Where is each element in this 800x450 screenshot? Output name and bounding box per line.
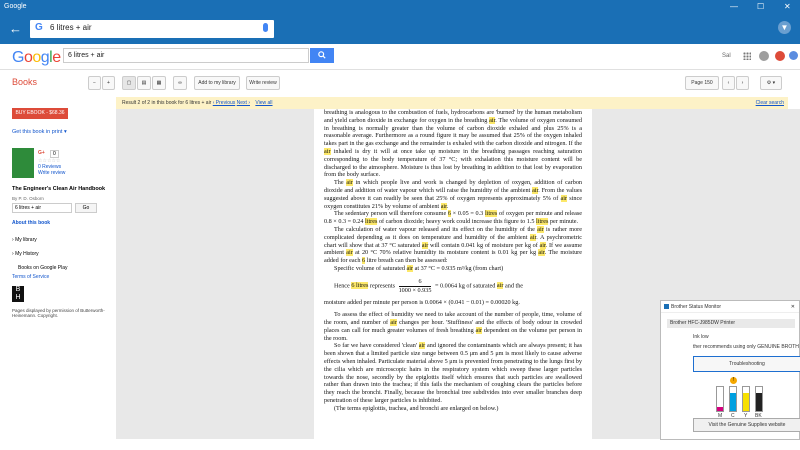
view-all-link[interactable]: View all: [255, 100, 272, 106]
terms-link[interactable]: Terms of Service: [12, 274, 49, 280]
books-label[interactable]: Books: [12, 77, 37, 87]
next-page-icon[interactable]: ›: [736, 76, 749, 90]
genuine-message: ther recommends using only GENUINE BROTH…: [693, 344, 799, 350]
book-search-input[interactable]: 6 litres + air: [12, 203, 72, 213]
search-icon: [318, 51, 326, 59]
ink-cartridge-c: [729, 386, 737, 412]
back-arrow-icon[interactable]: ←: [9, 22, 22, 35]
book-author: By P. D. Osborn: [12, 196, 44, 201]
previous-page-icon[interactable]: ‹: [722, 76, 735, 90]
book-cover[interactable]: [12, 148, 34, 178]
google-header: Google 6 litres + air Sal: [0, 44, 800, 70]
paragraph: Specific volume of saturated air at 37 °…: [334, 264, 504, 272]
address-box[interactable]: G 6 litres + air: [30, 20, 274, 38]
thumbnail-view-icon[interactable]: ▦: [152, 76, 166, 90]
settings-gear-icon[interactable]: ⚙ ▾: [760, 76, 782, 90]
ink-status-text: Ink low: [693, 334, 709, 340]
visit-supplies-button[interactable]: Visit the Genuine Supplies website: [693, 418, 800, 432]
maximize-button[interactable]: ☐: [757, 0, 764, 14]
book-search-go-button[interactable]: Go: [75, 203, 97, 213]
write-review-button[interactable]: Write review: [246, 76, 280, 90]
status-close-button[interactable]: ✕: [791, 301, 795, 313]
buy-ebook-button[interactable]: BUY EBOOK - $68.36: [12, 108, 68, 119]
previous-result-link[interactable]: ‹ Previous: [213, 100, 236, 106]
sidebar-write-review-link[interactable]: Write review: [38, 170, 65, 176]
status-monitor-window[interactable]: Brother Status Monitor ✕ Brother HFC-J98…: [660, 300, 800, 440]
window-titlebar: Google — ☐ ✕: [0, 0, 800, 14]
printer-name-field[interactable]: Brother HFC-J985DW Printer: [667, 319, 795, 328]
warning-icon: !: [730, 377, 737, 384]
book-title: The Engineer's Clean Air Handbook: [12, 186, 106, 192]
add-to-library-button[interactable]: Add to my library: [194, 76, 240, 90]
account-name[interactable]: Sal: [722, 53, 731, 59]
google-g-icon: G: [35, 22, 43, 33]
ink-cartridge-m: [716, 386, 724, 412]
get-print-link[interactable]: Get this book in print ▾: [12, 129, 67, 135]
result-text: Result 2 of 2 in this book for 6 litres …: [122, 100, 212, 106]
my-library-link[interactable]: › My library: [12, 237, 37, 243]
browser-toolbar: ← G 6 litres + air ▼: [0, 14, 800, 44]
publisher-logo: BH: [12, 286, 24, 302]
notifications-icon[interactable]: [759, 51, 769, 61]
permission-note: Pages displayed by permission of Butterw…: [12, 308, 105, 318]
about-book-link[interactable]: About this book: [12, 220, 50, 226]
page-select[interactable]: Page 150: [685, 76, 719, 90]
my-history-link[interactable]: › My History: [12, 251, 39, 257]
clear-search-link[interactable]: Clear search: [756, 97, 784, 109]
zoom-in-icon[interactable]: +: [102, 76, 115, 90]
google-logo[interactable]: Google: [12, 49, 61, 67]
address-text[interactable]: 6 litres + air: [50, 23, 92, 32]
equation-fraction: 6 1000 × 0.935: [398, 277, 432, 294]
paragraph: The air in which people live and work is…: [324, 179, 583, 210]
two-page-view-icon[interactable]: ▤: [137, 76, 151, 90]
equation: Hence 6 litres represents 6 1000 × 0.935 …: [334, 277, 524, 294]
status-monitor-title: Brother Status Monitor: [671, 304, 722, 310]
zoom-out-icon[interactable]: −: [88, 76, 101, 90]
link-icon[interactable]: ∞: [173, 76, 187, 90]
books-toolbar: Books − + ▢ ▤ ▦ ∞ Add to my library Writ…: [0, 70, 800, 96]
search-input[interactable]: 6 litres + air: [63, 48, 309, 63]
single-page-view-icon[interactable]: ▢: [122, 76, 136, 90]
download-icon[interactable]: ▼: [778, 21, 791, 34]
search-result-bar: Result 2 of 2 in this book for 6 litres …: [116, 97, 788, 109]
paragraph: The sedentary person will therefore cons…: [324, 210, 582, 226]
ink-cartridge-bk: [755, 386, 763, 412]
book-page: breathing is analogous to the combustion…: [314, 109, 592, 439]
minimize-button[interactable]: —: [730, 0, 738, 14]
search-button[interactable]: [310, 48, 334, 63]
next-result-link[interactable]: Next ›: [237, 100, 250, 106]
paragraph: breathing is analogous to the combustion…: [324, 109, 582, 179]
paragraph: So far we have considered 'clean' air an…: [324, 342, 582, 404]
paragraph: To assess the effect of humidity we need…: [324, 311, 582, 342]
my-history-label: My History: [15, 251, 39, 257]
close-button[interactable]: ✕: [784, 0, 791, 14]
books-play-link[interactable]: Books on Google Play: [18, 265, 67, 271]
ink-cartridge-y: [742, 386, 750, 412]
share-icon[interactable]: [775, 51, 785, 61]
avatar[interactable]: [789, 51, 798, 60]
my-library-label: My library: [15, 237, 37, 243]
printer-app-icon: [664, 304, 669, 309]
gplus-count: 0: [50, 150, 59, 158]
troubleshooting-button[interactable]: Troubleshooting: [693, 356, 800, 372]
paragraph: The calculation of water vapour released…: [324, 225, 582, 265]
window-title: Google: [4, 3, 27, 10]
gplus-badge[interactable]: G+: [38, 150, 45, 156]
microphone-icon[interactable]: [263, 23, 268, 32]
paragraph: (The terms epiglottis, trachea, and bron…: [334, 404, 499, 412]
status-monitor-titlebar: Brother Status Monitor ✕: [661, 301, 799, 313]
paragraph: moisture added per minute per person is …: [324, 299, 520, 307]
apps-grid-icon[interactable]: [743, 52, 751, 60]
book-sidebar: BUY EBOOK - $68.36 Get this book in prin…: [0, 96, 114, 450]
